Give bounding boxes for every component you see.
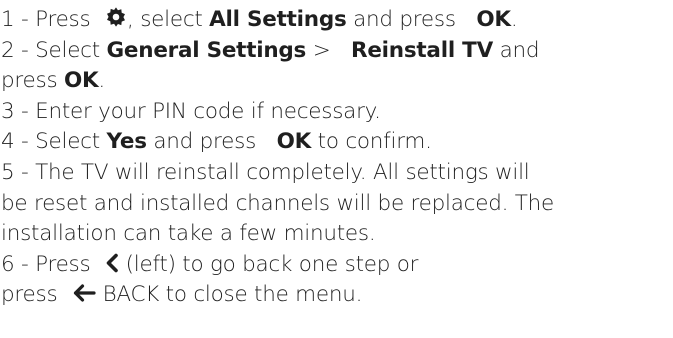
step-number: 5 - (1, 159, 36, 185)
key-ok: OK (476, 7, 511, 32)
step-text: > (306, 37, 338, 63)
step-text: to confirm. (311, 129, 432, 155)
step-text: . (510, 7, 518, 32)
step-text: , select (127, 7, 210, 32)
step-2-line-2: press OK. (0, 66, 673, 97)
step-6-line-2: press BACK to close the menu. (0, 280, 673, 311)
menu-term-reinstall-tv: Reinstall TV (351, 37, 493, 63)
step-5-line-1: 5 - The TV will reinstall completely. Al… (0, 158, 673, 189)
step-4-line-1: 4 - Select Yes and press OK to confirm. (0, 127, 673, 158)
menu-term-general-settings: General Settings (106, 37, 307, 63)
step-number: 1 - (1, 7, 36, 32)
step-5-line-3: installation can take a few minutes. (0, 219, 673, 250)
step-text: and press (346, 7, 463, 32)
chevron-left-icon (105, 253, 119, 273)
step-6-line-1: 6 - Press (left) to go back one step or (0, 250, 673, 281)
option-yes: Yes (106, 129, 147, 155)
step-3-line-1: 3 - Enter your PIN code if necessary. (0, 97, 673, 128)
step-number: 4 - (1, 129, 36, 155)
step-text: Select (35, 129, 107, 155)
step-text: be reset and installed channels will be … (1, 190, 554, 216)
step-text: Press (35, 251, 98, 277)
step-text: Press (35, 7, 98, 32)
step-text: and (492, 37, 540, 63)
step-text: and press (146, 129, 263, 155)
step-2-line-1: 2 - Select General Settings > Reinstall … (0, 36, 673, 67)
step-text: Select (35, 37, 107, 63)
step-text: The TV will reinstall completely. All se… (35, 159, 530, 185)
step-5-line-2: be reset and installed channels will be … (0, 189, 673, 220)
step-number: 6 - (1, 251, 36, 277)
key-ok: OK (276, 129, 312, 155)
step-1-line-1: 1 - Press , select All Settings and pres… (0, 5, 673, 36)
menu-term-all-settings: All Settings (209, 7, 347, 32)
step-text: press (1, 68, 64, 94)
step-text: (left) to go back one step or (119, 251, 419, 277)
step-text: . (98, 68, 106, 94)
step-text: press (1, 282, 64, 308)
step-number: 3 - (1, 98, 36, 124)
key-ok: OK (63, 68, 99, 94)
step-text: BACK to close the menu. (95, 282, 363, 308)
gear-icon (105, 6, 127, 28)
step-text: installation can take a few minutes. (1, 221, 376, 247)
step-text: Enter your PIN code if necessary. (35, 98, 381, 124)
step-number: 2 - (1, 37, 36, 63)
instructions-document: 1 - Press , select All Settings and pres… (0, 0, 673, 338)
arrow-left-icon (72, 283, 96, 303)
